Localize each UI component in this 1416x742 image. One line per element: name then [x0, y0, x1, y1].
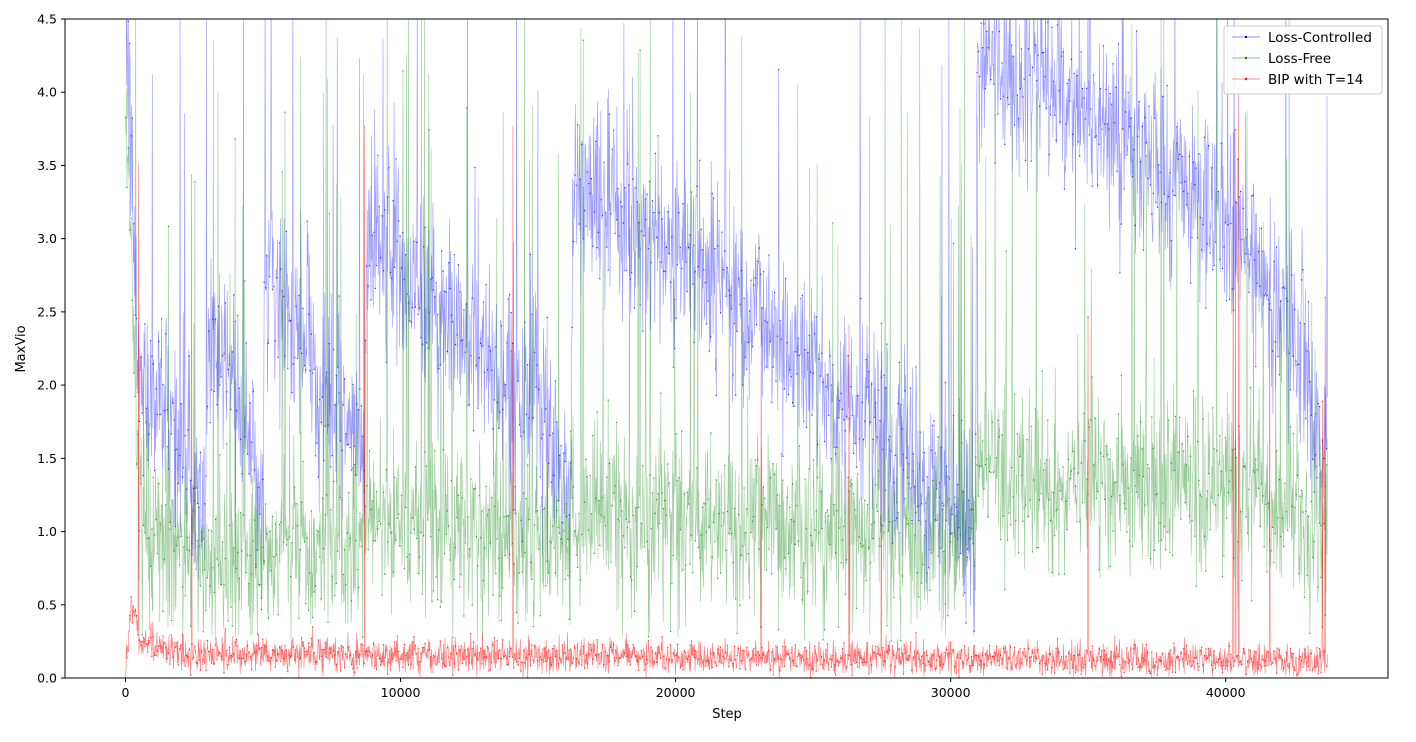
y-tick-label: 4.5	[37, 12, 57, 27]
y-tick-label: 2.5	[37, 304, 57, 319]
series-loss-free	[124, 19, 1328, 642]
x-tick-label: 30000	[931, 685, 971, 700]
y-tick-label: 3.0	[37, 231, 57, 246]
y-tick-label: 4.0	[37, 85, 57, 100]
legend-label-bip: BIP with T=14	[1268, 72, 1363, 88]
x-axis: 0 10000 20000 30000 40000	[122, 678, 1246, 700]
legend-marker-bip	[1244, 77, 1248, 81]
legend: Loss-Controlled Loss-Free BIP with T=14	[1223, 25, 1383, 95]
legend-label-loss-free: Loss-Free	[1268, 51, 1331, 67]
y-tick-label: 3.5	[37, 158, 57, 173]
y-axis: 0.0 0.5 1.0 1.5 2.0 2.5 3.0 3.5 4.0 4.5	[37, 12, 65, 686]
chart: 0 10000 20000 30000 40000 0.0 0.5 1.0 1.5 2.0 2.5…	[14, 12, 1389, 722]
x-tick-label: 0	[122, 685, 130, 700]
series-line	[125, 19, 1328, 641]
plot-area	[64, 18, 1389, 679]
series-line	[125, 19, 1328, 632]
y-axis-title: MaxVio	[14, 325, 29, 372]
y-tick-label: 0.5	[37, 597, 57, 612]
x-tick-label: 10000	[381, 685, 421, 700]
x-tick-label: 20000	[656, 685, 696, 700]
y-tick-label: 1.5	[37, 451, 57, 466]
y-tick-label: 0.0	[37, 671, 57, 686]
x-tick-label: 40000	[1206, 685, 1246, 700]
x-axis-title: Step	[712, 707, 742, 722]
legend-marker-loss-controlled	[1244, 35, 1248, 39]
y-tick-label: 2.0	[37, 378, 57, 393]
legend-marker-loss-free	[1244, 56, 1248, 60]
y-tick-label: 1.0	[37, 524, 57, 539]
legend-label-loss-controlled: Loss-Controlled	[1268, 30, 1372, 46]
